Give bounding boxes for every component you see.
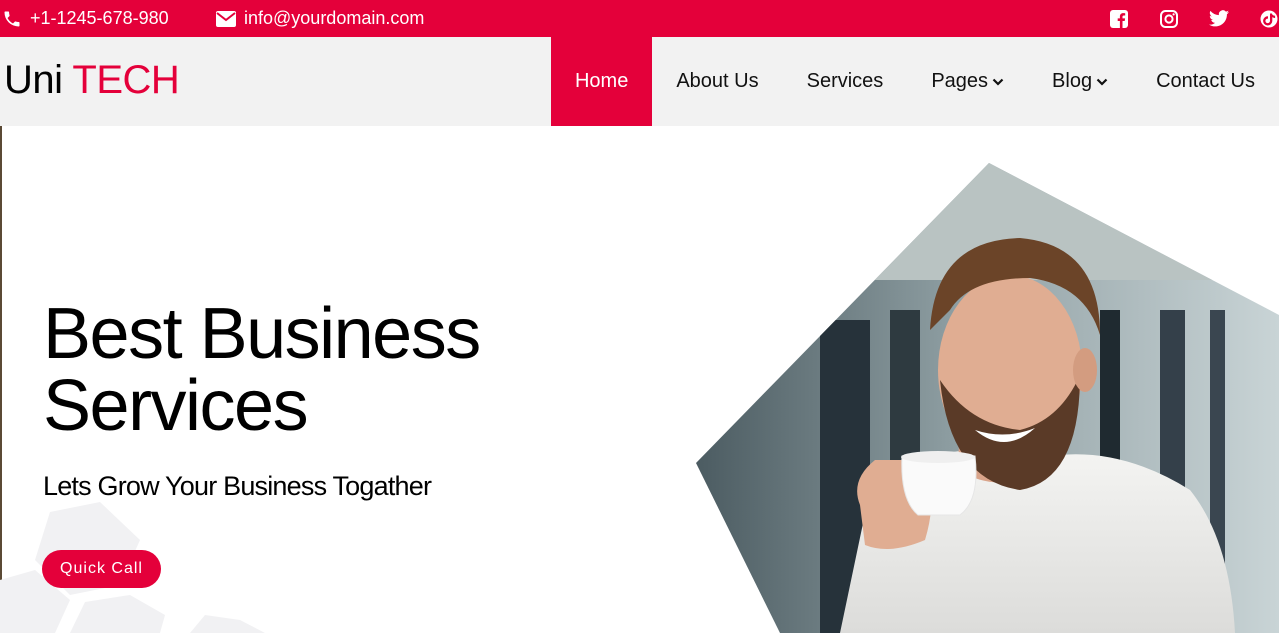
social-links bbox=[1079, 0, 1279, 37]
nav-item-label: Home bbox=[574, 70, 629, 92]
nav-item-label: Services bbox=[806, 70, 884, 92]
instagram-icon[interactable] bbox=[1159, 9, 1179, 29]
envelope-icon bbox=[216, 10, 236, 27]
nav-item-label: About Us bbox=[676, 70, 759, 92]
chevron-down-icon bbox=[992, 78, 1004, 86]
site-logo[interactable]: Uni TECH bbox=[4, 56, 180, 104]
hero-title: Best Business Services bbox=[43, 294, 481, 446]
nav-item-label: Pages bbox=[931, 70, 989, 92]
hero-title-line2: Services bbox=[43, 366, 309, 446]
chevron-down-icon bbox=[1096, 78, 1108, 86]
nav-item-home[interactable]: Home bbox=[550, 37, 653, 126]
facebook-icon[interactable] bbox=[1109, 9, 1129, 29]
nav-item-label: Contact Us bbox=[1156, 70, 1255, 92]
nav-item-services[interactable]: Services bbox=[783, 37, 908, 126]
phone-number: +1-1245-678-980 bbox=[30, 8, 169, 28]
nav-item-blog[interactable]: Blog bbox=[1028, 37, 1132, 126]
logo-text-tech: TECH bbox=[72, 58, 180, 102]
tiktok-icon[interactable] bbox=[1259, 9, 1279, 29]
nav-item-pages[interactable]: Pages bbox=[907, 37, 1028, 126]
email-contact[interactable]: info@yourdomain.com bbox=[216, 0, 424, 37]
nav-item-about[interactable]: About Us bbox=[652, 37, 782, 126]
nav-item-contact[interactable]: Contact Us bbox=[1132, 37, 1279, 126]
quick-call-button[interactable]: Quick Call bbox=[42, 550, 161, 588]
phone-contact[interactable]: +1-1245-678-980 bbox=[2, 0, 169, 37]
nav-item-label: Blog bbox=[1052, 70, 1093, 92]
top-bar: +1-1245-678-980 info@yourdomain.com bbox=[0, 0, 1279, 37]
hero-subtitle: Lets Grow Your Business Togather bbox=[43, 471, 432, 501]
logo-text-uni: Uni bbox=[4, 58, 63, 102]
site-header: Uni TECH Home About Us Services Pages Bl… bbox=[0, 37, 1279, 126]
twitter-icon[interactable] bbox=[1209, 9, 1229, 29]
main-nav: Home About Us Services Pages Blog Contac… bbox=[550, 37, 1279, 126]
phone-icon bbox=[4, 11, 20, 26]
hero-title-line1: Best Business bbox=[43, 294, 481, 374]
hero-photo-businessman bbox=[696, 163, 1279, 633]
email-address: info@yourdomain.com bbox=[244, 8, 425, 28]
